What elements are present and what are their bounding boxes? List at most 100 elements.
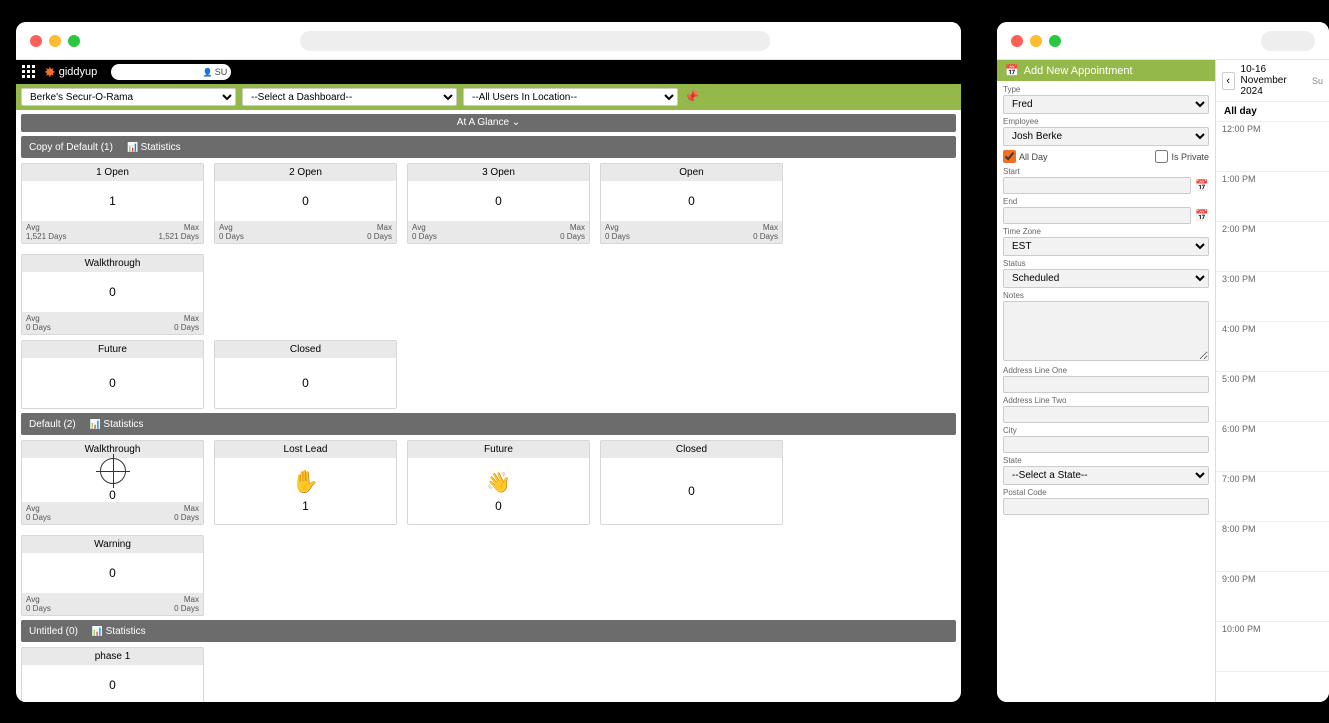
postal-label: Postal Code — [1003, 488, 1209, 497]
minimize-icon[interactable] — [1030, 35, 1042, 47]
end-input[interactable] — [1003, 207, 1191, 224]
card-head: Future — [22, 341, 203, 358]
logo-text: giddyup — [59, 66, 98, 78]
section-bar[interactable]: Default (2) Statistics — [21, 413, 956, 435]
addr2-input[interactable] — [1003, 406, 1209, 423]
filter-bar: Berke's Secur-O-Rama --Select a Dashboar… — [16, 84, 961, 110]
card-head: 1 Open — [22, 164, 203, 181]
notes-label: Notes — [1003, 291, 1209, 300]
addr1-label: Address Line One — [1003, 366, 1209, 375]
close-icon[interactable] — [1011, 35, 1023, 47]
stat-card[interactable]: Closed0 — [214, 340, 397, 409]
hour-row[interactable]: 7:00 PM — [1216, 472, 1329, 522]
private-checkbox[interactable]: Is Private — [1155, 150, 1209, 163]
hour-row[interactable]: 4:00 PM — [1216, 322, 1329, 372]
calendar-pane: ‹ 10-16 November 2024 Su All day 12:00 P… — [1215, 60, 1329, 702]
stat-card[interactable]: 3 Open0Avg0 DaysMax0 Days — [407, 163, 590, 244]
card-value: 0 — [302, 376, 309, 390]
stat-card[interactable]: 1 Open1Avg1,521 DaysMax1,521 Days — [21, 163, 204, 244]
calendar-icon[interactable]: 📅 — [1195, 209, 1209, 222]
users-select[interactable]: --All Users In Location-- — [463, 88, 678, 106]
stat-card[interactable]: Walkthrough0Avg0 DaysMax0 Days — [21, 440, 204, 525]
prev-week-button[interactable]: ‹ — [1222, 72, 1235, 90]
stat-card[interactable]: Warning0Avg0 DaysMax0 Days — [21, 535, 204, 616]
url-bar[interactable] — [300, 31, 770, 51]
stat-card[interactable]: 2 Open0Avg0 DaysMax0 Days — [214, 163, 397, 244]
calendar-icon[interactable]: 📅 — [1195, 179, 1209, 192]
traffic-lights — [30, 35, 80, 47]
state-label: State — [1003, 456, 1209, 465]
statistics-link[interactable]: Statistics — [90, 419, 144, 430]
card-value: 0 — [495, 194, 502, 208]
close-icon[interactable] — [30, 35, 42, 47]
date-range: 10-16 November 2024 — [1241, 64, 1306, 97]
end-label: End — [1003, 197, 1209, 206]
statistics-link[interactable]: Statistics — [92, 626, 146, 637]
hour-row[interactable]: 8:00 PM — [1216, 522, 1329, 572]
status-select[interactable]: Scheduled — [1003, 269, 1209, 288]
dashboard-select[interactable]: --Select a Dashboard-- — [242, 88, 457, 106]
stat-card[interactable]: Open0Avg0 DaysMax0 Days — [600, 163, 783, 244]
stat-card[interactable]: Closed0 — [600, 440, 783, 525]
card-head: 2 Open — [215, 164, 396, 181]
addr1-input[interactable] — [1003, 376, 1209, 393]
stat-card[interactable]: Walkthrough0Avg0 DaysMax0 Days — [21, 254, 204, 335]
user-badge[interactable]: SU — [111, 64, 231, 80]
location-select[interactable]: Berke's Secur-O-Rama — [21, 88, 236, 106]
hand-icon: ✋ — [292, 469, 319, 495]
section-bar[interactable]: Copy of Default (1)Statistics — [21, 136, 956, 158]
section-title: Default (2) — [29, 419, 76, 430]
hour-row[interactable]: 10:00 PM — [1216, 622, 1329, 672]
start-input[interactable] — [1003, 177, 1191, 194]
appointment-window: Add New Appointment TypeFred EmployeeJos… — [997, 22, 1329, 702]
status-label: Status — [1003, 259, 1209, 268]
apps-icon[interactable] — [22, 65, 36, 79]
card-head: Future — [408, 441, 589, 458]
postal-input[interactable] — [1003, 498, 1209, 515]
city-input[interactable] — [1003, 436, 1209, 453]
hour-row[interactable]: 5:00 PM — [1216, 372, 1329, 422]
city-label: City — [1003, 426, 1209, 435]
card-value: 0 — [109, 376, 116, 390]
hour-row[interactable]: 3:00 PM — [1216, 272, 1329, 322]
form-title: Add New Appointment — [997, 60, 1215, 81]
maximize-icon[interactable] — [1049, 35, 1061, 47]
statistics-link[interactable]: Statistics — [127, 142, 181, 153]
stat-card[interactable]: phase 10Avg0 DaysMax0 Days — [21, 647, 204, 702]
employee-label: Employee — [1003, 117, 1209, 126]
stat-card[interactable]: Lost Lead✋1 — [214, 440, 397, 525]
type-label: Type — [1003, 85, 1209, 94]
type-select[interactable]: Fred — [1003, 95, 1209, 114]
addr2-label: Address Line Two — [1003, 396, 1209, 405]
card-value: 0 — [109, 488, 116, 502]
minimize-icon[interactable] — [49, 35, 61, 47]
hour-row[interactable]: 2:00 PM — [1216, 222, 1329, 272]
allday-checkbox[interactable]: All Day — [1003, 150, 1048, 163]
hour-row[interactable]: 6:00 PM — [1216, 422, 1329, 472]
card-value: 0 — [302, 194, 309, 208]
card-head: Warning — [22, 536, 203, 553]
window-titlebar — [997, 22, 1329, 60]
tz-select[interactable]: EST — [1003, 237, 1209, 256]
stat-card[interactable]: Future 👋 0 — [407, 440, 590, 525]
allday-row: All day — [1216, 102, 1329, 122]
state-select[interactable]: --Select a State-- — [1003, 466, 1209, 485]
pin-icon[interactable]: 📌 — [684, 90, 699, 104]
employee-select[interactable]: Josh Berke — [1003, 127, 1209, 146]
section-bar[interactable]: Untitled (0)Statistics — [21, 620, 956, 642]
card-value: 0 — [495, 499, 502, 513]
card-value: 1 — [302, 499, 309, 513]
logo: ✸giddyup — [44, 64, 97, 81]
maximize-icon[interactable] — [68, 35, 80, 47]
notes-textarea[interactable] — [1003, 301, 1209, 361]
hour-row[interactable]: 1:00 PM — [1216, 172, 1329, 222]
tz-label: Time Zone — [1003, 227, 1209, 236]
at-a-glance-toggle[interactable]: At A Glance — [21, 114, 956, 132]
hour-row[interactable]: 9:00 PM — [1216, 572, 1329, 622]
wave-icon: 👋 — [486, 470, 511, 495]
url-bar[interactable] — [1261, 31, 1315, 51]
hour-row[interactable]: 12:00 PM — [1216, 122, 1329, 172]
stat-card[interactable]: Future 0 — [21, 340, 204, 409]
card-head: phase 1 — [22, 648, 203, 665]
card-value: 0 — [109, 678, 116, 692]
